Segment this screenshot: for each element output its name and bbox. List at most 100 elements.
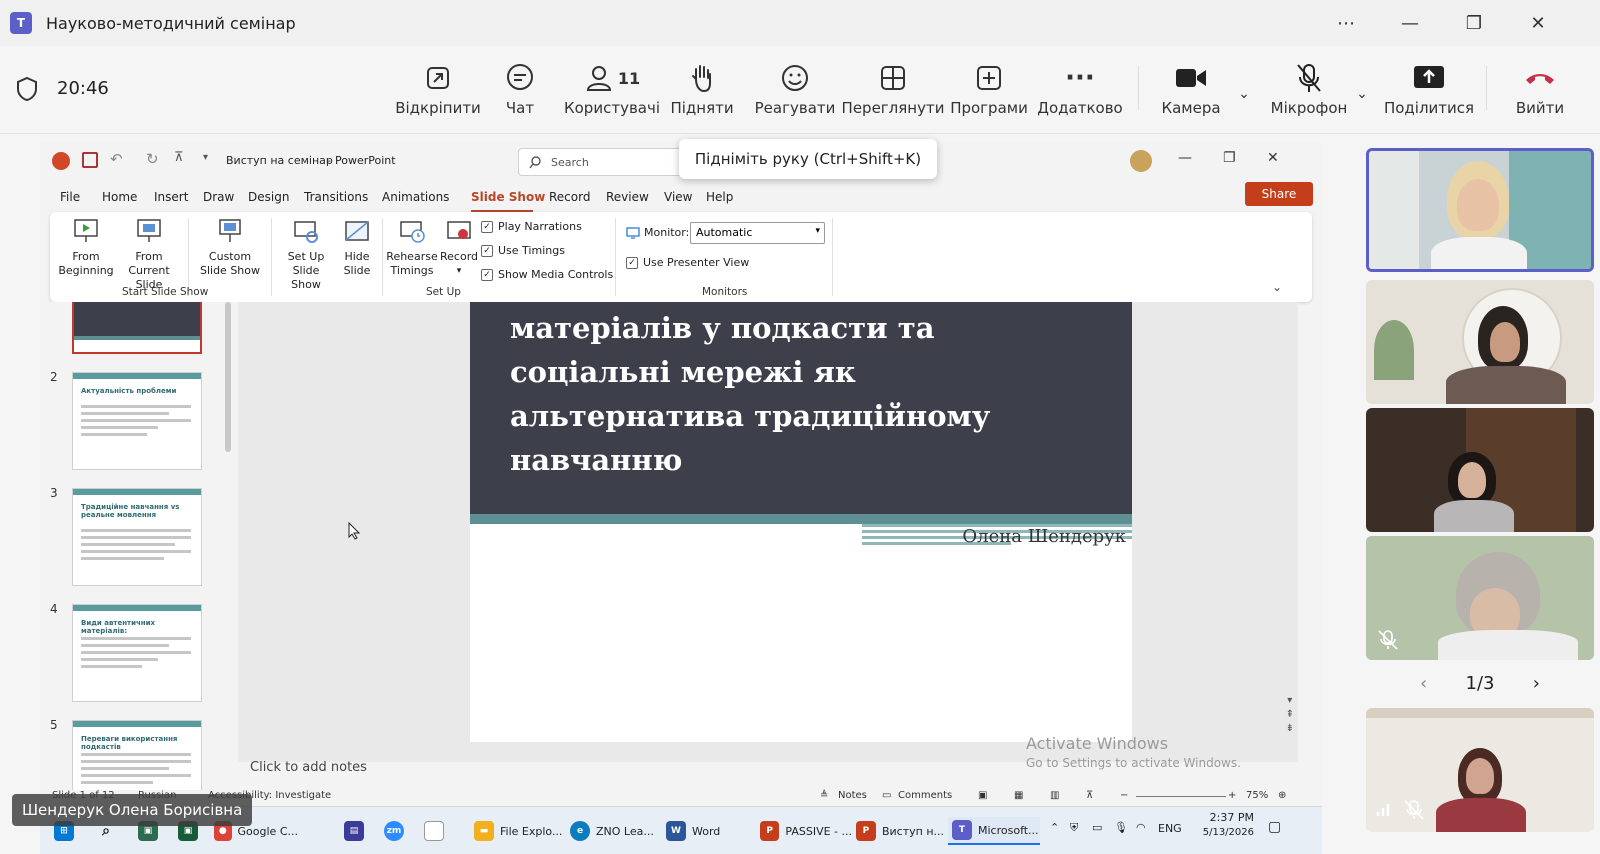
record-dropdown-icon[interactable]: ▾ [457, 264, 462, 278]
notes-toggle[interactable]: Notes [838, 790, 867, 801]
camera-button[interactable]: Камера [1160, 46, 1222, 134]
close-button[interactable]: ✕ [1506, 0, 1570, 46]
slide-thumbnail-5[interactable]: Переваги використання подкастів [72, 720, 202, 790]
taskbar-app-edge[interactable]: e ZNO Lea... [570, 817, 654, 845]
wifi-icon[interactable]: ◠ [1136, 821, 1146, 834]
taskbar-app-powerpoint-1[interactable]: P PASSIVE - ... [760, 817, 852, 845]
normal-view-icon[interactable]: ▣ [978, 790, 987, 801]
tab-animations[interactable]: Animations [382, 190, 449, 204]
battery-icon[interactable]: ▭ [1092, 821, 1102, 834]
participant-tile-1[interactable] [1366, 148, 1594, 272]
people-button[interactable]: 11 Користувачі [564, 46, 660, 134]
taskbar-app-powerpoint-2[interactable]: P Виступ н... [856, 817, 944, 845]
notification-icon[interactable]: ▢ [1268, 819, 1281, 835]
tab-help[interactable]: Help [706, 190, 733, 204]
tab-record[interactable]: Record [549, 190, 590, 204]
taskbar-pinned-save[interactable]: ▤ [344, 817, 370, 845]
more-button[interactable]: ··· Додатково [1037, 46, 1122, 134]
present-icon[interactable]: ⊼ [174, 150, 184, 165]
from-current-button[interactable]: From Current Slide [116, 218, 182, 292]
view-button[interactable]: Переглянути [842, 46, 944, 134]
tray-overflow-icon[interactable]: ⌃ [1050, 821, 1059, 834]
chevron-left-icon[interactable]: ‹ [1420, 673, 1427, 694]
more-options-icon[interactable]: ⋯ [1314, 0, 1378, 46]
search-box[interactable]: Search [518, 148, 698, 176]
zoom-in-icon[interactable]: + [1228, 790, 1236, 801]
tab-insert[interactable]: Insert [154, 190, 188, 204]
minimize-button[interactable]: — [1378, 0, 1442, 46]
participant-tile-2[interactable] [1366, 280, 1594, 404]
slide-thumbnail-3[interactable]: Традиційне навчання vs реальне мовлення [72, 488, 202, 586]
tray-security-icon[interactable]: ⛨ [1070, 821, 1078, 835]
slide-thumbnail-4[interactable]: Види автентичних матеріалів: [72, 604, 202, 702]
show-media-controls-checkbox[interactable]: ✓ Show Media Controls [481, 268, 613, 281]
collapse-ribbon-icon[interactable]: ⌄ [1272, 280, 1282, 294]
tab-draw[interactable]: Draw [203, 190, 234, 204]
from-beginning-button[interactable]: From Beginning [58, 218, 114, 278]
unpin-button[interactable]: Відкріпити [395, 46, 481, 134]
participant-tile-5[interactable] [1366, 708, 1594, 832]
tab-design[interactable]: Design [248, 190, 289, 204]
tray-clock[interactable]: 2:37 PM 5/13/2026 [1196, 811, 1254, 838]
tab-transitions[interactable]: Transitions [304, 190, 368, 204]
pp-share-button[interactable]: Share [1245, 182, 1313, 206]
comments-toggle[interactable]: Comments [898, 790, 952, 801]
tab-view[interactable]: View [664, 190, 692, 204]
tab-file[interactable]: File [60, 190, 80, 204]
slideshow-view-icon[interactable]: ⊼ [1086, 790, 1093, 801]
raise-hand-button[interactable]: Підняти [670, 46, 734, 134]
react-button[interactable]: Реагувати [754, 46, 836, 134]
account-avatar[interactable] [1130, 150, 1152, 172]
reading-view-icon[interactable]: ▥ [1050, 790, 1059, 801]
zoom-slider[interactable] [1136, 796, 1226, 797]
participant-tile-3[interactable] [1366, 408, 1594, 532]
taskbar-pinned-file[interactable] [424, 817, 450, 845]
zoom-level[interactable]: 75% [1246, 790, 1268, 801]
tab-review[interactable]: Review [606, 190, 649, 204]
taskbar-pinned-zoom[interactable]: zm [384, 817, 410, 845]
redo-icon[interactable]: ↻ [146, 150, 159, 168]
fit-slide-icon[interactable]: ⊕ [1278, 790, 1286, 801]
mic-options-dropdown[interactable]: ⌄ [1350, 46, 1374, 134]
customize-toolbar-icon[interactable]: ▾ [203, 152, 208, 163]
microphone-button[interactable]: Мікрофон [1266, 46, 1352, 134]
use-presenter-view-checkbox[interactable]: ✓ Use Presenter View [626, 256, 749, 269]
thumbnail-scrollbar[interactable] [225, 302, 231, 452]
set-up-slide-show-button[interactable]: Set Up Slide Show [278, 218, 334, 292]
camera-options-dropdown[interactable]: ⌄ [1232, 46, 1256, 134]
save-icon[interactable] [82, 152, 98, 168]
input-language[interactable]: ENG [1158, 822, 1182, 835]
taskbar-app-teams[interactable]: T Microsoft... [948, 817, 1040, 845]
slide-nav-arrows[interactable]: ▾ ⇞ ⇟ [1286, 694, 1294, 736]
chat-button[interactable]: Чат [500, 46, 540, 134]
slide-thumbnail-2[interactable]: Актуальність проблеми [72, 372, 202, 470]
zoom-out-icon[interactable]: − [1120, 790, 1128, 801]
slide-sorter-icon[interactable]: ▦ [1014, 790, 1023, 801]
tray-mic-icon[interactable]: 🎙 [1114, 821, 1128, 834]
slide-thumbnail-1[interactable] [72, 302, 202, 354]
taskbar-app-word[interactable]: W Word [666, 817, 736, 845]
tab-slide-show[interactable]: Slide Show [471, 190, 545, 204]
notes-placeholder[interactable]: Click to add notes [250, 760, 367, 775]
pp-minimize-button[interactable]: — [1178, 150, 1192, 166]
share-screen-button[interactable]: Поділитися [1384, 46, 1474, 134]
shield-icon[interactable] [16, 76, 38, 102]
monitor-select[interactable]: Automatic ▾ [690, 222, 825, 244]
hide-slide-button[interactable]: Hide Slide [338, 218, 376, 278]
record-button[interactable]: Record ▾ [440, 218, 478, 278]
tab-home[interactable]: Home [102, 190, 137, 204]
maximize-button[interactable]: ❐ [1442, 0, 1506, 46]
rehearse-timings-button[interactable]: Rehearse Timings [386, 218, 438, 278]
participant-tile-4[interactable] [1366, 536, 1594, 660]
chevron-right-icon[interactable]: › [1533, 673, 1540, 694]
pp-restore-button[interactable]: ❐ [1223, 150, 1236, 166]
use-timings-checkbox[interactable]: ✓ Use Timings [481, 244, 565, 257]
current-slide[interactable]: матеріалів у подкасти та соціальні мереж… [470, 302, 1132, 742]
taskbar-app-explorer[interactable]: ▬ File Explo... [474, 817, 564, 845]
undo-icon[interactable]: ↶ [110, 150, 123, 168]
pp-close-button[interactable]: ✕ [1267, 150, 1279, 166]
play-narrations-checkbox[interactable]: ✓ Play Narrations [481, 220, 582, 233]
apps-button[interactable]: Програми [950, 46, 1028, 134]
leave-button[interactable]: Вийти [1508, 46, 1572, 134]
custom-slide-show-button[interactable]: Custom Slide Show [194, 218, 266, 278]
